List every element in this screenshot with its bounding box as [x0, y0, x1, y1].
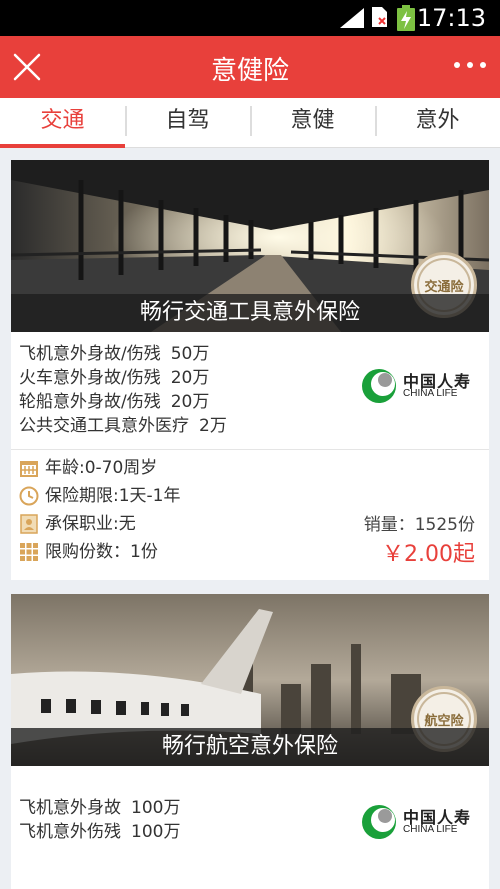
tab-accident[interactable]: 意外: [375, 98, 500, 147]
coverage-amount: 100万: [131, 822, 181, 842]
category-tabs: 交通 自驾 意健 意外: [0, 98, 500, 148]
coverage-amount: 20万: [170, 392, 210, 412]
insurer-name-en: CHINA LIFE: [403, 824, 458, 835]
more-dot-icon: [454, 62, 460, 68]
battery-icon: [397, 5, 415, 31]
status-time: 17:13: [416, 4, 486, 32]
detail-period-text: 保险期限:1天-1年: [45, 486, 181, 506]
coverage-item: 飞机意外身故/伤残 50万: [19, 342, 481, 366]
coverage-item: 公共交通工具意外医疗 2万: [19, 414, 481, 438]
product-banner[interactable]: 交通险 畅行交通工具意外保险: [11, 160, 489, 332]
more-options-button[interactable]: [454, 62, 486, 72]
coverage-amount: 2万: [199, 416, 227, 436]
detail-occupation-text: 承保职业:无: [45, 514, 136, 534]
coverage-name: 轮船意外身故/伤残: [19, 392, 161, 412]
coverage-amount: 50万: [170, 344, 210, 364]
coverage-section: 飞机意外身故 100万 飞机意外伤残 100万 中国人寿 CHINA LIFE: [11, 766, 489, 880]
insurer-logo: 中国人寿 CHINA LIFE: [359, 800, 475, 844]
product-card[interactable]: 交通险 畅行交通工具意外保险 飞机意外身故/伤残 50万 火车意外身故/伤残 20万…: [11, 160, 489, 580]
seal-text: 交通险: [424, 279, 464, 295]
coverage-section: 飞机意外身故/伤残 50万 火车意外身故/伤残 20万 轮船意外身故/伤残 20万 公…: [11, 332, 489, 450]
product-title: 畅行交通工具意外保险: [11, 294, 489, 332]
grid-icon: [20, 543, 38, 561]
coverage-name: 飞机意外伤残: [19, 822, 121, 842]
sim-card-icon: [372, 7, 387, 27]
page-title: 意健险: [210, 56, 289, 86]
price: ￥2.00起: [382, 542, 475, 567]
coverage-name: 公共交通工具意外医疗: [19, 416, 189, 436]
insurer-name-en: CHINA LIFE: [403, 388, 458, 399]
detail-age: 年龄:0-70周岁: [19, 454, 481, 482]
product-title: 畅行航空意外保险: [11, 728, 489, 766]
coverage-amount: 100万: [131, 798, 181, 818]
details-section: 年龄:0-70周岁 保险期限:1天-1年 承保职业:无 限购份数：1份 销量：1…: [11, 450, 489, 576]
china-life-emblem-icon: [362, 805, 396, 839]
coverage-name: 火车意外身故/伤残: [19, 368, 161, 388]
product-banner[interactable]: 航空险 畅行航空意外保险: [11, 594, 489, 766]
china-life-emblem-icon: [362, 369, 396, 403]
detail-limit-text: 限购份数：1份: [45, 542, 158, 562]
signal-icon: [340, 8, 364, 28]
status-bar: 17:13: [0, 0, 500, 36]
detail-period: 保险期限:1天-1年: [19, 482, 481, 510]
clock-icon: [19, 486, 39, 506]
insurer-logo: 中国人寿 CHINA LIFE: [359, 364, 475, 408]
app-header: 意健险: [0, 36, 500, 98]
sales-count: 销量：1525份: [363, 515, 475, 535]
seal-text: 航空险: [424, 713, 464, 729]
tab-accident-health[interactable]: 意健: [250, 98, 375, 147]
coverage-name: 飞机意外身故/伤残: [19, 344, 161, 364]
id-card-icon: [20, 514, 38, 534]
calendar-icon: [20, 461, 38, 477]
more-dot-icon: [467, 62, 473, 68]
tab-self-drive[interactable]: 自驾: [125, 98, 250, 147]
detail-age-text: 年龄:0-70周岁: [45, 458, 158, 478]
more-dot-icon: [480, 62, 486, 68]
tab-traffic[interactable]: 交通: [0, 98, 125, 148]
product-card[interactable]: 航空险 畅行航空意外保险 飞机意外身故 100万 飞机意外伤残 100万 中国人寿 …: [11, 594, 489, 889]
coverage-name: 飞机意外身故: [19, 798, 121, 818]
coverage-amount: 20万: [170, 368, 210, 388]
